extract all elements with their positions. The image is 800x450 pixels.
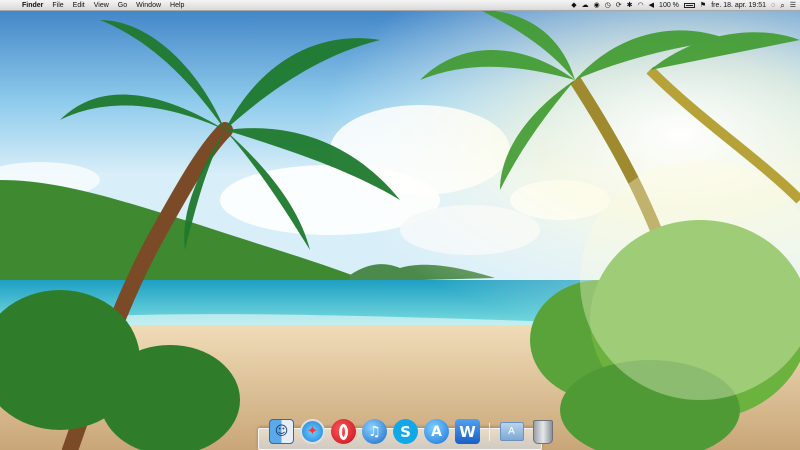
menu-edit[interactable]: Edit — [73, 0, 85, 11]
menu-help[interactable]: Help — [170, 0, 184, 11]
menu-app-name[interactable]: Finder — [22, 0, 43, 11]
wifi-icon[interactable]: ◠ — [638, 0, 644, 11]
time-machine-icon[interactable]: ◷ — [605, 0, 611, 11]
dock-itunes[interactable]: ♫ — [361, 418, 388, 445]
battery-icon[interactable] — [683, 3, 695, 8]
menu-go[interactable]: Go — [118, 0, 127, 11]
dock-opera[interactable] — [330, 418, 357, 445]
menu-file[interactable]: File — [52, 0, 63, 11]
menu-window[interactable]: Window — [136, 0, 161, 11]
word-icon: W — [455, 419, 480, 444]
dock-separator — [489, 423, 490, 441]
dock-applications-folder[interactable]: A — [498, 418, 525, 445]
menu-bar: Finder File Edit View Go Window Help ◆ ☁… — [0, 0, 800, 11]
evernote-icon[interactable]: ◉ — [594, 0, 600, 11]
volume-icon[interactable]: ◀ — [649, 0, 654, 11]
flag-icon[interactable]: ⚑ — [700, 0, 706, 11]
skype-icon: S — [393, 419, 418, 444]
user-icon[interactable]: ◌ — [771, 0, 775, 11]
battery-percent[interactable]: 100 % — [659, 0, 679, 11]
itunes-icon: ♫ — [362, 419, 387, 444]
cloud-icon[interactable]: ☁ — [582, 0, 589, 11]
notification-center-icon[interactable]: ☰ — [790, 0, 796, 11]
dock-app-store[interactable]: A — [423, 418, 450, 445]
app-store-icon: A — [424, 419, 449, 444]
trash-icon — [532, 419, 553, 444]
safari-icon: ✦ — [300, 419, 325, 444]
dock: ☺ ✦ ♫ S A W A — [268, 415, 556, 445]
menu-clock[interactable]: fre. 18. apr. 19:51 — [711, 0, 766, 11]
desktop-wallpaper — [0, 0, 800, 450]
applications-folder-icon: A — [499, 422, 524, 441]
dock-skype[interactable]: S — [392, 418, 419, 445]
menu-view[interactable]: View — [94, 0, 109, 11]
finder-icon: ☺ — [269, 419, 294, 444]
dock-trash[interactable] — [529, 418, 556, 445]
dock-finder[interactable]: ☺ — [268, 418, 295, 445]
dropbox-icon[interactable]: ◆ — [571, 0, 576, 11]
dock-word[interactable]: W — [454, 418, 481, 445]
status-menus: ◆ ☁ ◉ ◷ ⟳ ✱ ◠ ◀ 100 % ⚑ fre. 18. apr. 19… — [571, 0, 796, 11]
dock-safari[interactable]: ✦ — [299, 418, 326, 445]
sync-icon[interactable]: ⟳ — [616, 0, 622, 11]
bluetooth-icon[interactable]: ✱ — [627, 0, 633, 11]
opera-icon — [331, 419, 356, 444]
spotlight-search-icon[interactable]: ⌕ — [780, 0, 784, 11]
